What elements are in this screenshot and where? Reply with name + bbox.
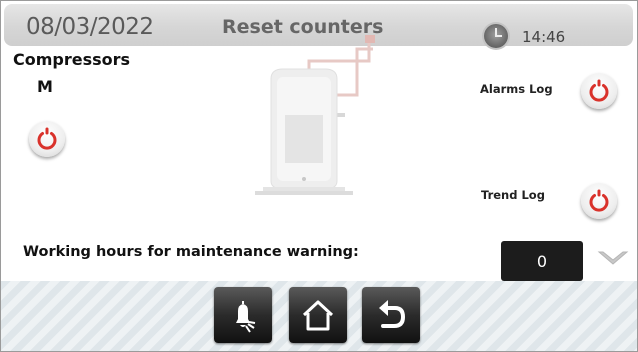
- reset-alarms-log-button[interactable]: [581, 73, 617, 109]
- back-icon: [379, 300, 406, 328]
- maintenance-hours-label: Working hours for maintenance warning:: [23, 244, 359, 260]
- maintenance-hours-value[interactable]: 0: [501, 241, 583, 281]
- power-reset-icon: [589, 189, 609, 212]
- section-title: Compressors: [13, 50, 131, 69]
- time-display: 14:46: [522, 28, 566, 46]
- alarms-log-label: Alarms Log: [480, 82, 553, 96]
- home-icon: [302, 300, 334, 331]
- alarm-bell-icon: [236, 301, 256, 333]
- reset-compressor-button[interactable]: [29, 121, 65, 157]
- section-subtitle: M: [37, 77, 53, 96]
- back-button[interactable]: [362, 287, 420, 343]
- power-reset-icon: [589, 79, 609, 102]
- chevron-down-icon[interactable]: [597, 249, 629, 269]
- date-display: 08/03/2022: [26, 14, 154, 40]
- alarm-button[interactable]: [214, 287, 272, 343]
- reset-trend-log-button[interactable]: [581, 183, 617, 219]
- power-reset-icon: [37, 127, 57, 150]
- home-button[interactable]: [289, 287, 347, 343]
- reset-counters-screen: 08/03/2022 Reset counters 14:46 Compress…: [0, 0, 638, 352]
- clock-icon: [484, 24, 508, 48]
- compressor-illustration: [255, 35, 375, 195]
- trend-log-label: Trend Log: [481, 188, 545, 202]
